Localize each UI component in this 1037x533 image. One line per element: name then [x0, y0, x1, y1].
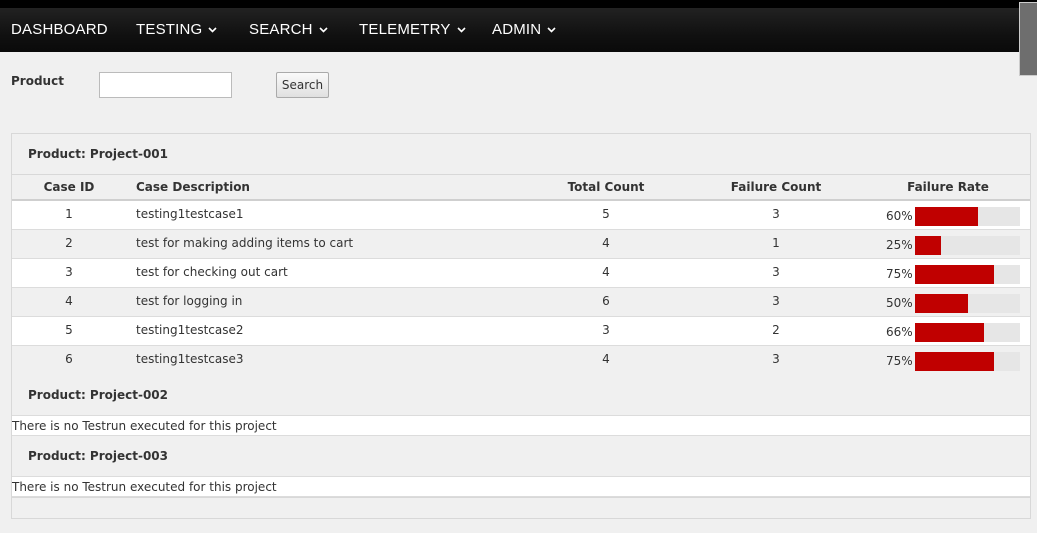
- failure-rate-fill: [915, 294, 968, 313]
- table-row: 6 testing1testcase3 4 3 75%: [12, 346, 1030, 375]
- top-navbar: DASHBOARD TESTING SEARCH TELEMETRY ADMIN: [0, 0, 1037, 52]
- nav-dashboard[interactable]: DASHBOARD: [11, 21, 108, 38]
- case-description: testing1testcase3: [136, 352, 244, 366]
- total-count: 3: [602, 323, 610, 337]
- table-row: 5 testing1testcase2 3 2 66%: [12, 317, 1030, 346]
- failure-rate-fill: [915, 265, 994, 284]
- col-total-count: Total Count: [567, 180, 645, 194]
- failure-rate-text: 50%: [886, 296, 913, 310]
- case-id: 2: [65, 236, 73, 250]
- failure-rate-text: 75%: [886, 354, 913, 368]
- failure-rate-bar: [915, 352, 1020, 371]
- failure-count: 3: [772, 207, 780, 221]
- total-count: 5: [602, 207, 610, 221]
- failure-rate-text: 60%: [886, 209, 913, 223]
- empty-message-row: There is no Testrun executed for this pr…: [12, 415, 1030, 436]
- table-header: Case ID Case Description Total Count Fai…: [12, 174, 1030, 201]
- nav-admin[interactable]: ADMIN: [492, 21, 556, 38]
- search-button[interactable]: Search: [276, 72, 329, 98]
- results-panel: Product: Project-001 Case ID Case Descri…: [11, 133, 1031, 519]
- failure-count: 1: [772, 236, 780, 250]
- nav-testing-label: TESTING: [136, 21, 203, 38]
- case-id: 3: [65, 265, 73, 279]
- col-case-description: Case Description: [136, 180, 250, 194]
- failure-rate-fill: [915, 352, 994, 371]
- failure-rate-fill: [915, 236, 942, 255]
- corner-ribbon: [1019, 2, 1037, 76]
- total-count: 4: [602, 265, 610, 279]
- divider: [12, 497, 1030, 498]
- failure-rate-fill: [915, 207, 978, 226]
- nav-search-label: SEARCH: [249, 21, 313, 38]
- table-row: 2 test for making adding items to cart 4…: [12, 230, 1030, 259]
- case-description: test for checking out cart: [136, 265, 288, 279]
- case-description: testing1testcase1: [136, 207, 244, 221]
- case-description: testing1testcase2: [136, 323, 244, 337]
- table-row: 3 test for checking out cart 4 3 75%: [12, 259, 1030, 288]
- col-failure-rate: Failure Rate: [907, 180, 989, 194]
- project-heading: Product: Project-003: [28, 449, 169, 463]
- failure-rate-bar: [915, 265, 1020, 284]
- failure-rate-text: 75%: [886, 267, 913, 281]
- case-description: test for logging in: [136, 294, 243, 308]
- empty-message: There is no Testrun executed for this pr…: [12, 480, 277, 494]
- chevron-down-icon: [208, 27, 217, 33]
- failure-count: 3: [772, 352, 780, 366]
- total-count: 4: [602, 236, 610, 250]
- failure-rate-bar: [915, 294, 1020, 313]
- failure-rate-bar: [915, 323, 1020, 342]
- project-heading: Product: Project-002: [28, 388, 169, 402]
- case-id: 1: [65, 207, 73, 221]
- table-row: 1 testing1testcase1 5 3 60%: [12, 201, 1030, 230]
- empty-message: There is no Testrun executed for this pr…: [12, 419, 277, 433]
- nav-telemetry[interactable]: TELEMETRY: [359, 21, 466, 38]
- failure-rate-text: 66%: [886, 325, 913, 339]
- case-id: 6: [65, 352, 73, 366]
- col-case-id: Case ID: [43, 180, 95, 194]
- chevron-down-icon: [547, 27, 556, 33]
- failure-rate-fill: [915, 323, 985, 342]
- chevron-down-icon: [319, 27, 328, 33]
- total-count: 4: [602, 352, 610, 366]
- failure-rate-bar: [915, 207, 1020, 226]
- case-id: 5: [65, 323, 73, 337]
- empty-message-row: There is no Testrun executed for this pr…: [12, 476, 1030, 497]
- product-label: Product: [11, 74, 64, 88]
- chevron-down-icon: [456, 27, 466, 33]
- project-heading: Product: Project-001: [28, 147, 169, 161]
- nav-telemetry-label: TELEMETRY: [359, 21, 451, 38]
- case-id: 4: [65, 294, 73, 308]
- case-description: test for making adding items to cart: [136, 236, 354, 250]
- col-failure-count: Failure Count: [730, 180, 822, 194]
- failure-count: 3: [772, 294, 780, 308]
- table-row: 4 test for logging in 6 3 50%: [12, 288, 1030, 317]
- failure-count: 3: [772, 265, 780, 279]
- product-search-input[interactable]: [99, 72, 232, 98]
- failure-rate-text: 25%: [886, 238, 913, 252]
- nav-admin-label: ADMIN: [492, 21, 542, 38]
- nav-testing[interactable]: TESTING: [136, 21, 217, 38]
- nav-dashboard-label: DASHBOARD: [11, 21, 108, 38]
- failure-rate-bar: [915, 236, 1020, 255]
- failure-count: 2: [772, 323, 780, 337]
- total-count: 6: [602, 294, 610, 308]
- nav-search[interactable]: SEARCH: [249, 21, 328, 38]
